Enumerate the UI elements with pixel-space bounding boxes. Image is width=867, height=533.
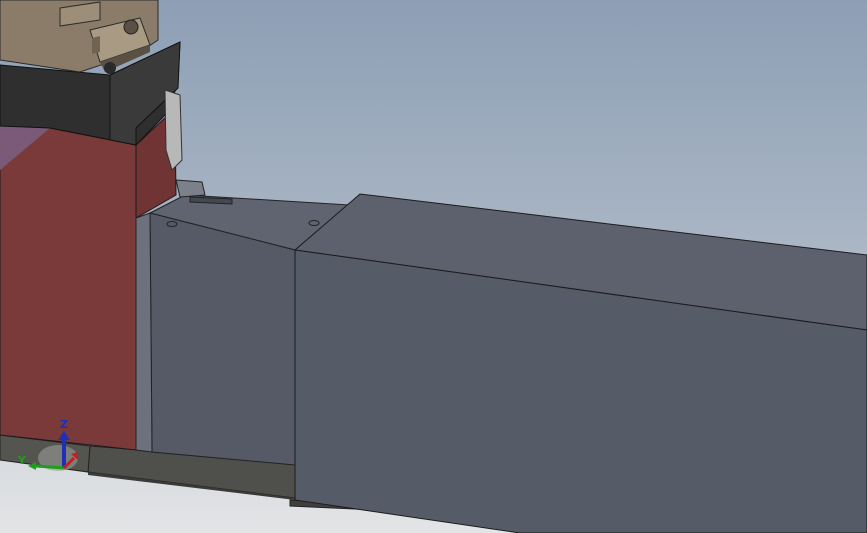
clamp-hole bbox=[123, 19, 139, 35]
cad-viewport[interactable]: Z Y bbox=[0, 0, 867, 533]
y-axis-icon bbox=[35, 464, 65, 470]
model-scene[interactable]: Z Y bbox=[0, 0, 867, 533]
y-axis-label: Y bbox=[17, 454, 27, 467]
main-housing bbox=[293, 193, 867, 533]
z-axis-label: Z bbox=[60, 418, 68, 431]
